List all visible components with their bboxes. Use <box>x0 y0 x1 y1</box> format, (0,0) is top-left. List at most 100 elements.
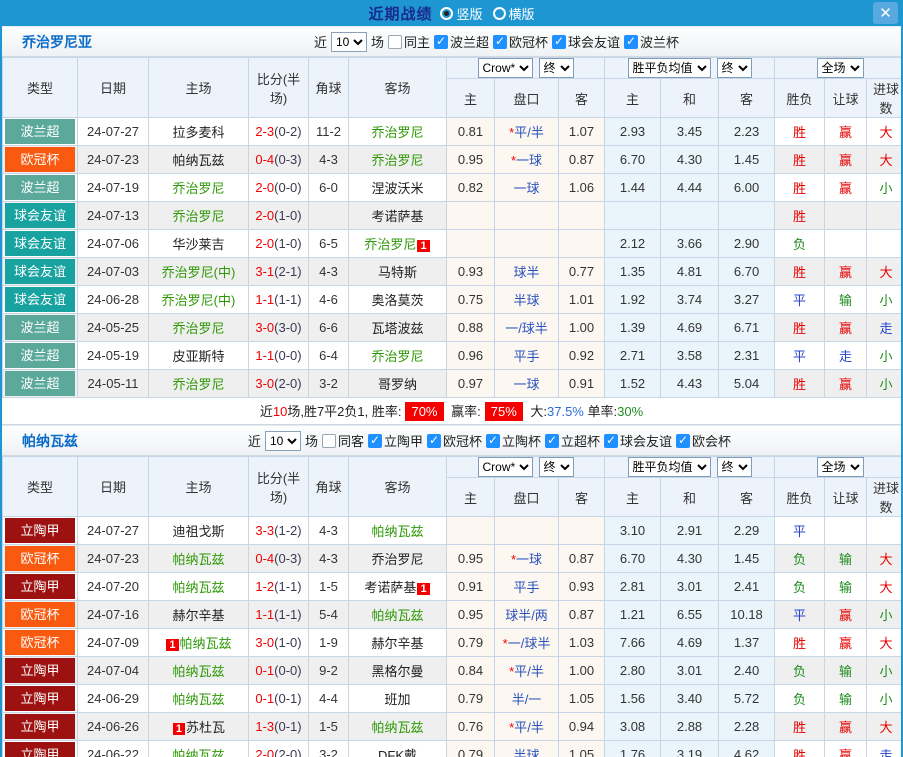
summary-segment: 近 <box>259 404 273 419</box>
wdl-odds-select[interactable]: 胜平负均值 <box>627 58 711 78</box>
team-name: 赫尔辛基 <box>172 608 225 623</box>
league-filter[interactable]: 立陶甲 <box>367 431 423 450</box>
cell-handicap: 球半/两 <box>494 600 559 629</box>
cell-date: 24-06-22 <box>77 740 149 757</box>
fulltime-select[interactable]: 全场 <box>816 58 864 78</box>
cell-score: 3-1(2-1) <box>248 257 309 286</box>
league-badge: 波兰超 <box>5 119 75 144</box>
cell-date: 24-07-13 <box>77 201 149 230</box>
column-header-goals: 进球数 <box>866 477 901 517</box>
horizontal-layout-radio[interactable]: 横版 <box>492 4 535 23</box>
cell-corner: 6-5 <box>308 229 349 258</box>
checkbox-icon[interactable] <box>321 433 336 448</box>
checkbox-icon[interactable] <box>493 34 507 49</box>
league-filter[interactable]: 欧会杯 <box>676 431 731 450</box>
red-card-badge: 1 <box>417 240 430 252</box>
fulltime-score: 3-0 <box>255 376 275 391</box>
cell-away-team: 瓦塔波兹 <box>348 313 447 342</box>
team-name: 帕纳瓦兹 <box>371 720 424 735</box>
halftime-score: (1-1) <box>274 579 302 594</box>
cell-odds-draw: 4.44 <box>660 173 720 202</box>
cell-goals: 小 <box>866 285 901 314</box>
team-name: 帕纳瓦兹 <box>371 608 424 623</box>
column-header-spread: 让球 <box>824 477 868 517</box>
close-button[interactable]: ✕ <box>873 2 898 24</box>
same-venue-filter[interactable]: 同客 <box>321 431 364 450</box>
radio-checked-icon[interactable] <box>440 6 454 20</box>
match-count-select[interactable]: 10 <box>330 31 367 52</box>
cell-result: 负 <box>774 572 826 601</box>
cell-score: 2-0(1-0) <box>248 201 309 230</box>
handicap-value: 半球 <box>513 748 540 757</box>
checkbox-icon[interactable] <box>624 34 639 49</box>
checkbox-icon[interactable] <box>676 433 691 448</box>
league-badge: 立陶甲 <box>5 574 75 599</box>
wdl-odds-select[interactable]: 胜平负均值 <box>627 457 711 477</box>
fulltime-select[interactable]: 全场 <box>816 457 864 477</box>
cell-odds-home: 3.10 <box>604 516 662 545</box>
cell-crow-home-odds <box>446 516 495 545</box>
team-name: 帕纳瓦兹 <box>172 692 225 707</box>
cell-away-team: 奥洛莫茨 <box>348 285 447 314</box>
checkbox-icon[interactable] <box>545 433 560 448</box>
checkbox-icon[interactable] <box>552 34 567 49</box>
red-card-badge: 1 <box>172 723 186 735</box>
cell-away-team: 考诺萨基 1 <box>348 572 447 601</box>
checkbox-icon[interactable] <box>486 433 500 448</box>
crow-company-select[interactable]: Crow* <box>477 58 533 78</box>
radio-unchecked-icon[interactable] <box>492 6 506 20</box>
crow-final-select[interactable]: 终 <box>538 58 574 78</box>
cell-goals: 小 <box>866 369 901 398</box>
league-type-cell: 球会友谊 <box>2 285 78 314</box>
cell-score: 3-0(2-0) <box>248 369 309 398</box>
league-type-cell: 立陶甲 <box>2 740 78 757</box>
team-name: 帕纳瓦兹 <box>172 748 225 757</box>
same-venue-filter[interactable]: 同主 <box>387 32 430 51</box>
league-type-cell: 立陶甲 <box>2 656 78 685</box>
league-filter[interactable]: 球会友谊 <box>552 32 620 51</box>
league-type-cell: 立陶甲 <box>2 516 78 545</box>
cell-odds-away: 5.04 <box>718 369 776 398</box>
cell-goals: 大 <box>866 117 901 146</box>
league-type-cell: 立陶甲 <box>2 684 78 713</box>
titlebar: 近期战绩 竖版 横版 ✕ <box>2 0 901 26</box>
league-filter-label: 波兰超 <box>449 35 489 50</box>
cell-result: 平 <box>774 516 826 545</box>
cell-away-team: 赫尔辛基 <box>348 628 447 657</box>
summary-segment: 场,胜7平2负1, 胜率: <box>287 404 402 419</box>
league-filter[interactable]: 立陶杯 <box>486 431 541 450</box>
column-header-type: 类型 <box>2 57 78 118</box>
wdl-final-select[interactable]: 终 <box>716 457 752 477</box>
crow-company-select[interactable]: Crow* <box>477 457 533 477</box>
cell-goals: 大 <box>866 544 901 573</box>
crow-final-select[interactable]: 终 <box>538 457 574 477</box>
league-filter[interactable]: 立超杯 <box>545 431 600 450</box>
checkbox-icon[interactable] <box>387 34 402 49</box>
cell-corner <box>308 201 349 230</box>
team-name: 哥罗纳 <box>377 377 417 392</box>
cell-corner: 6-4 <box>308 341 349 370</box>
league-filter[interactable]: 欧冠杯 <box>426 431 482 450</box>
league-filter[interactable]: 波兰杯 <box>624 32 679 51</box>
wdl-final-select[interactable]: 终 <box>716 58 752 78</box>
checkbox-icon[interactable] <box>604 433 619 448</box>
checkbox-icon[interactable] <box>367 433 382 448</box>
column-header-goals: 进球数 <box>866 78 901 118</box>
table-row: 欧冠杯 24-07-23 帕纳瓦兹 0-4(0-3) 4-3 乔治罗尼 0.95 *一球 0.8… <box>2 145 901 174</box>
vertical-layout-radio[interactable]: 竖版 <box>440 4 483 23</box>
match-count-select[interactable]: 10 <box>264 430 301 451</box>
league-filter[interactable]: 波兰超 <box>433 32 489 51</box>
cell-spread: 走 <box>824 341 868 370</box>
cell-away-team: 黑格尔曼 <box>348 656 447 685</box>
league-filter[interactable]: 欧冠杯 <box>493 32 548 51</box>
halftime-score: (1-1) <box>274 607 302 622</box>
cell-corner: 11-2 <box>308 117 349 146</box>
league-type-cell: 欧冠杯 <box>2 600 78 629</box>
cell-odds-home: 1.44 <box>604 173 662 202</box>
checkbox-icon[interactable] <box>433 34 448 49</box>
checkbox-icon[interactable] <box>426 433 441 448</box>
cell-crow-away-odds: 1.03 <box>557 628 606 657</box>
cell-crow-away-odds: 0.93 <box>557 572 606 601</box>
cell-score: 0-1(0-0) <box>248 656 309 685</box>
league-filter[interactable]: 球会友谊 <box>604 431 672 450</box>
